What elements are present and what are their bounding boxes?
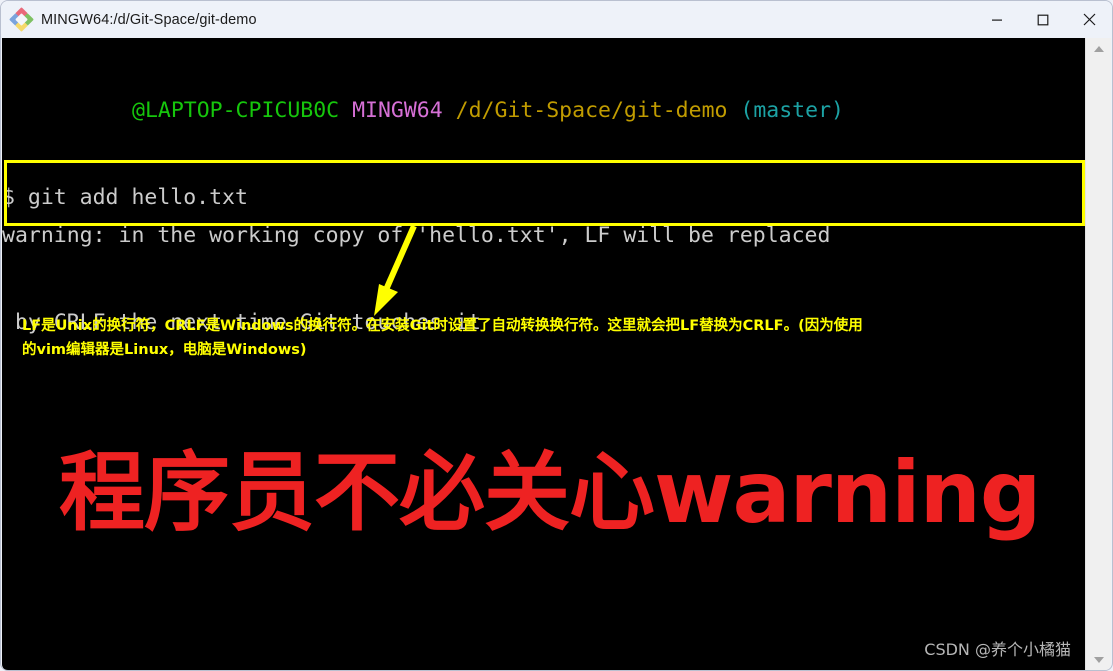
mingw64-diamond-icon — [9, 6, 34, 32]
maximize-icon — [1037, 14, 1049, 25]
annotation-headline: 程序员不必关心warning — [59, 443, 1041, 543]
annotation-note-line-1: LF是Unix的换行符，CRLF是Windows的换行符。在安装Git时设置了自… — [22, 318, 863, 334]
prompt-user-host: @LAPTOP-CPICUB0C — [132, 98, 340, 123]
prompt-shell: MINGW64 — [352, 98, 443, 123]
minimize-button[interactable] — [974, 1, 1020, 38]
prompt-branch: (master) — [740, 98, 844, 123]
minimize-icon — [992, 19, 1002, 21]
csdn-watermark: CSDN @养个小橘猫 — [924, 640, 1071, 659]
mingw64-window: MINGW64:/d/Git-Space/git-demo @LAPTOP-CP… — [0, 0, 1113, 671]
screenshot-root: MINGW64:/d/Git-Space/git-demo @LAPTOP-CP… — [0, 0, 1113, 671]
scroll-down-arrow-icon[interactable] — [1086, 649, 1111, 670]
close-icon — [1083, 13, 1095, 26]
maximize-button[interactable] — [1020, 1, 1066, 38]
annotation-note-line-2: 的vim编辑器是Linux，电脑是Windows) — [22, 342, 307, 358]
annotation-note: LF是Unix的换行符，CRLF是Windows的换行符。在安装Git时设置了自… — [22, 314, 1077, 362]
close-button[interactable] — [1066, 1, 1112, 38]
prompt-path: /d/Git-Space/git-demo — [455, 98, 728, 123]
scrollbar-thumb[interactable] — [1090, 62, 1108, 632]
prompt-line: @LAPTOP-CPICUB0C MINGW64 /d/Git-Space/gi… — [2, 96, 1087, 125]
window-controls — [974, 1, 1112, 38]
terminal-output[interactable]: @LAPTOP-CPICUB0C MINGW64 /d/Git-Space/gi… — [2, 38, 1087, 670]
window-title: MINGW64:/d/Git-Space/git-demo — [41, 11, 257, 28]
scroll-up-arrow-icon[interactable] — [1086, 38, 1111, 60]
warning-line-1: warning: in the working copy of 'hello.t… — [2, 223, 831, 248]
title-bar[interactable]: MINGW64:/d/Git-Space/git-demo — [1, 1, 1112, 38]
vertical-scrollbar[interactable] — [1085, 38, 1111, 670]
